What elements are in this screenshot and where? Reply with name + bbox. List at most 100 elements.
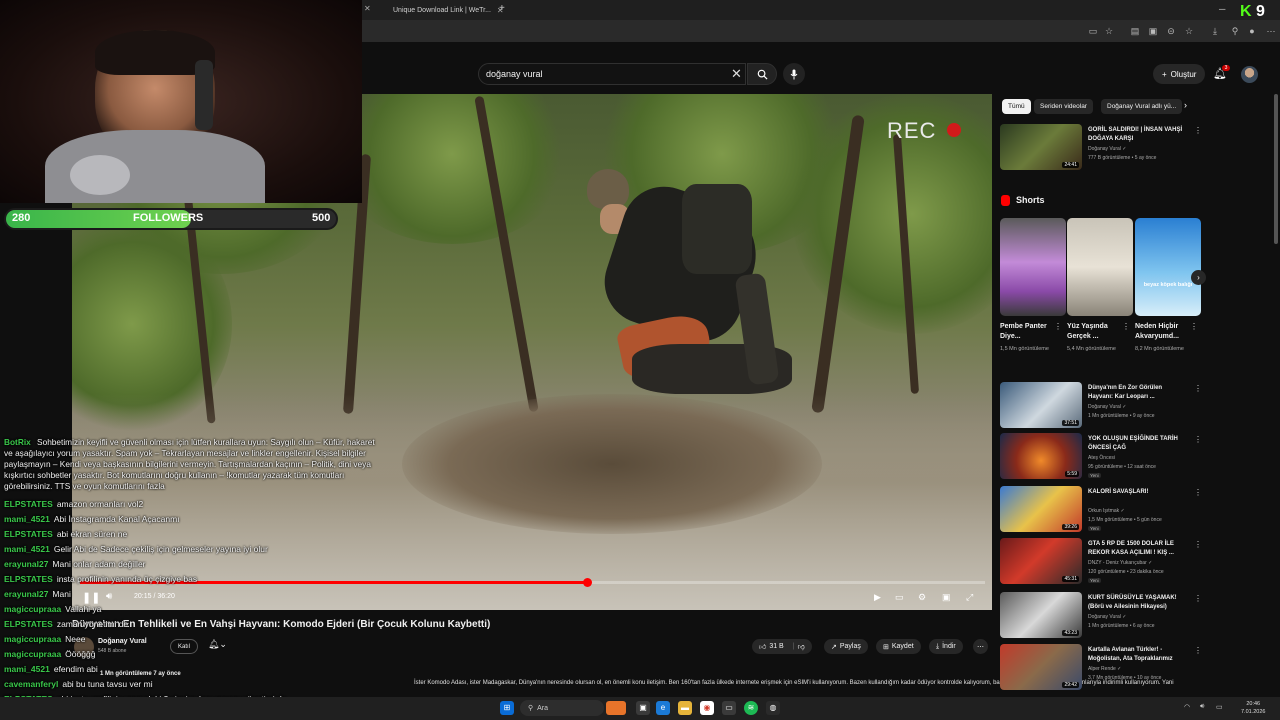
more-vert-icon[interactable]: ⋮ <box>1194 488 1202 497</box>
video-channel: Alper Rende ✓ <box>1088 666 1122 672</box>
spotify-icon[interactable]: ≋ <box>744 701 758 715</box>
share-label: Paylaş <box>839 643 861 650</box>
previous-tab-close-icon[interactable]: ✕ <box>364 4 371 13</box>
fullscreen-icon[interactable]: ⤢ <box>966 592 973 603</box>
chip-series[interactable]: Seriden videolar <box>1034 99 1093 114</box>
more-vert-icon[interactable]: ⋮ <box>1194 540 1202 549</box>
more-vert-icon[interactable]: ⋮ <box>1194 126 1202 135</box>
recommendation-item[interactable]: 24:41 GORİL SALDIRDI! | İNSAN VAHŞİ DOĞA… <box>1000 124 1202 174</box>
short-title[interactable]: Yüz Yaşında Gerçek ... <box>1067 322 1119 342</box>
search-input[interactable] <box>486 67 716 81</box>
menu-dots-icon[interactable]: ⋯ <box>1266 26 1276 36</box>
chat-text: Mani <box>52 589 71 599</box>
search-icon: ⚲ <box>528 705 534 712</box>
bookmark-star-icon[interactable]: ☆ <box>1104 26 1114 36</box>
link-icon[interactable]: ⊝ <box>1166 26 1176 36</box>
extensions-icon[interactable]: ⚲ <box>1230 26 1240 36</box>
shorts-next-arrow-icon[interactable]: › <box>1191 270 1206 285</box>
cast-icon[interactable]: ▭ <box>1088 26 1098 36</box>
video-duration: 5:59 <box>1065 471 1079 477</box>
volume-tray-icon[interactable]: 🔊︎ <box>1200 703 1204 711</box>
video-meta: 3,7 Mn görüntüleme • 10 ay önce <box>1088 675 1162 681</box>
clear-search-icon[interactable]: ✕ <box>731 66 742 82</box>
chat-message: erayunal27 Mani <box>4 587 376 602</box>
recommendation-item[interactable]: 5:59 YOK OLUŞUN EŞİĞİNDE TARİH ÖNCESİ ÇA… <box>1000 433 1202 483</box>
minimize-icon[interactable]: ─ <box>1219 4 1225 14</box>
download-icon[interactable]: ⤓ <box>1210 26 1220 36</box>
recommendation-item[interactable]: 43:23 KURT SÜRÜSÜYLE YAŞAMAK! (Börü ve A… <box>1000 592 1202 642</box>
search-button[interactable] <box>747 63 777 85</box>
chrome-icon[interactable]: ◉ <box>700 701 714 715</box>
widget-icon[interactable] <box>606 701 626 715</box>
short-title[interactable]: Neden Hiçbir Akvaryumd... <box>1135 322 1187 342</box>
download-icon: ⤓ <box>936 642 940 650</box>
more-vert-icon[interactable]: ⋮ <box>1194 435 1202 444</box>
chat-text: Abi İnstagramda Kanal Açacanmı <box>53 514 180 524</box>
chat-username: BotRix <box>4 437 31 447</box>
app-icon[interactable]: ▭ <box>722 701 736 715</box>
chat-text: Öööğğğ <box>65 649 96 659</box>
more-vert-icon[interactable]: ⋮ <box>1054 322 1062 331</box>
voice-search-button[interactable] <box>783 63 805 85</box>
more-vert-icon[interactable]: ⋮ <box>1122 322 1130 331</box>
taskbar-clock[interactable]: 20:46 7.01.2026 <box>1241 700 1265 716</box>
profile-icon[interactable]: ● <box>1247 26 1257 36</box>
chip-channel[interactable]: Doğanay Vural adlı yü... <box>1101 99 1183 114</box>
autoplay-toggle-icon[interactable]: ▶ <box>874 592 881 603</box>
download-button[interactable]: ⤓ İndir <box>929 639 963 654</box>
file-explorer-icon[interactable]: ▬ <box>678 701 692 715</box>
like-button[interactable]: 👍︎ 31 B | 👎︎ <box>752 639 812 654</box>
webcam-overlay <box>0 0 362 203</box>
video-thumbnail: 29:42 <box>1000 644 1082 690</box>
new-tab-icon[interactable]: + <box>499 3 505 14</box>
share-button[interactable]: ↗ Paylaş <box>824 639 868 654</box>
recommendation-item[interactable]: 29:42 Kartalla Avlanan Türkler! - Moğoli… <box>1000 644 1202 694</box>
save-button[interactable]: ⊞ Kaydet <box>876 639 921 654</box>
recommendation-item[interactable]: 37:51 Dünya'nın En Zor Görülen Hayvanı: … <box>1000 382 1202 432</box>
wifi-icon[interactable]: ◠ <box>1184 703 1190 711</box>
progress-scrubber-handle[interactable] <box>582 578 592 587</box>
browser-tab[interactable]: Unique Download Link | WeTr... ✕ <box>385 2 512 18</box>
chevron-right-icon[interactable]: › <box>1184 100 1187 110</box>
recommendation-item[interactable]: 45:31 GTA 5 RP DE 1500 DOLAR İLE REKOR K… <box>1000 538 1202 588</box>
user-avatar[interactable] <box>1241 66 1258 83</box>
recommendation-item[interactable]: 39:26 KALORİ SAVAŞLARI! Orkun Işıtmak ✓ … <box>1000 486 1202 536</box>
edge-browser-icon[interactable]: e <box>656 701 670 715</box>
app-icon[interactable]: ◍ <box>766 701 780 715</box>
video-meta: 1,5 Mn görüntüleme • 5 gün önce <box>1088 517 1162 523</box>
favorites-icon[interactable]: ☆ <box>1184 26 1194 36</box>
video-channel: Doğanay Vural ✓ <box>1088 404 1127 410</box>
chat-username: mami_4521 <box>4 514 50 524</box>
microphone-icon <box>790 69 798 79</box>
more-vert-icon[interactable]: ⋮ <box>1194 384 1202 393</box>
battery-icon[interactable]: ▭ <box>1216 703 1223 711</box>
video-channel: Doğanay Vural ✓ <box>1088 146 1127 152</box>
extension-icon[interactable]: ▤ <box>1130 26 1140 36</box>
short-title[interactable]: Pembe Panter Diye... <box>1000 322 1052 342</box>
start-windows-icon[interactable]: ⊞ <box>500 701 514 715</box>
more-vert-icon[interactable]: ⋮ <box>1190 322 1198 331</box>
short-thumbnail[interactable] <box>1000 218 1066 316</box>
extension-icon[interactable]: ▣ <box>1148 26 1158 36</box>
video-meta: 777 B görüntüleme • 5 ay önce <box>1088 155 1157 161</box>
short-thumbnail[interactable]: beyaz köpek balığı <box>1135 218 1201 316</box>
task-view-icon[interactable]: ▣ <box>636 701 650 715</box>
miniplayer-icon[interactable]: ▣ <box>942 592 951 603</box>
video-title: Dünya'nın En Zor Görülen Hayvanı: Kar Le… <box>1088 385 1163 400</box>
thumbs-down-icon[interactable]: 👎︎ <box>798 642 805 651</box>
taskbar-search[interactable]: ⚲ Ara <box>520 700 604 716</box>
chat-message: mami_4521 Gelir Abi de Sadece çekiliş içi… <box>4 542 376 557</box>
more-vert-icon[interactable]: ⋮ <box>1194 646 1202 655</box>
short-thumbnail[interactable] <box>1067 218 1133 316</box>
video-duration: 45:31 <box>1062 576 1079 582</box>
subtitles-icon[interactable]: ▭ <box>895 592 904 603</box>
more-actions-button[interactable]: ⋯ <box>973 639 988 654</box>
create-button[interactable]: + Oluştur <box>1153 64 1206 84</box>
page-scrollbar[interactable] <box>1274 94 1278 244</box>
more-dots-icon: ⋯ <box>977 643 984 651</box>
chip-all[interactable]: Tümü <box>1002 99 1031 114</box>
share-icon: ↗ <box>831 643 837 651</box>
more-vert-icon[interactable]: ⋮ <box>1194 594 1202 603</box>
video-duration: 39:26 <box>1062 524 1079 530</box>
settings-gear-icon[interactable]: ⚙ <box>918 592 926 603</box>
